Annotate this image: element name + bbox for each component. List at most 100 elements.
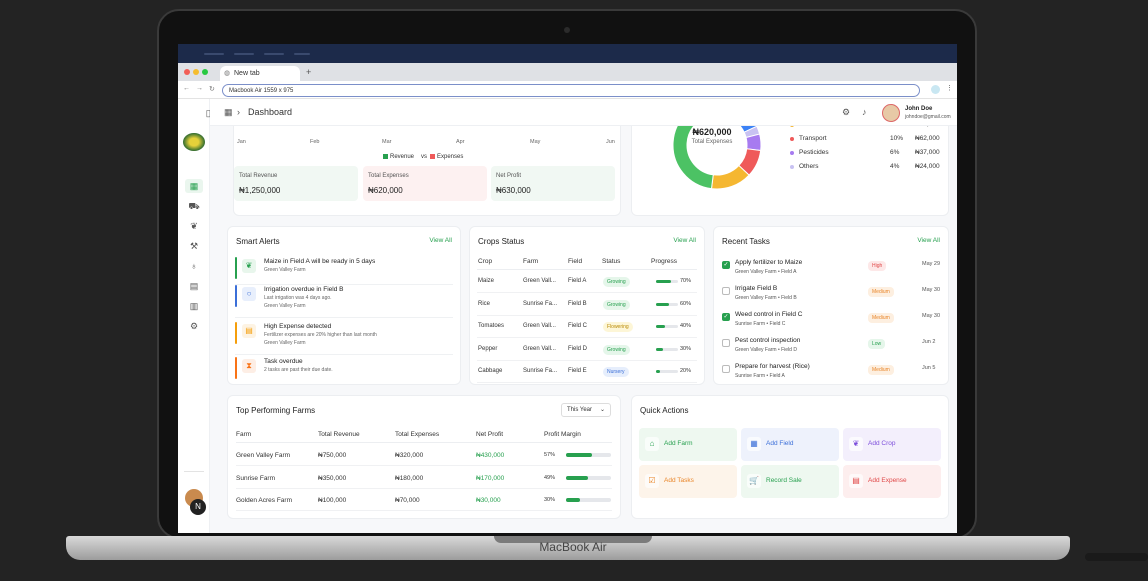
crop-farm: Green Vall... xyxy=(523,345,556,352)
period-select[interactable]: This Year ⌄ xyxy=(561,403,611,417)
user-avatar[interactable] xyxy=(882,104,900,122)
crop-row[interactable]: Pepper Green Vall... Field D Growing 30% xyxy=(477,339,697,361)
browser-menu-icon[interactable]: ⋮ xyxy=(946,84,953,92)
screen: ◍ New tab + ← → ↻ Macbook Air 1559 x 975… xyxy=(178,44,957,533)
crop-row[interactable]: Maize Green Vall... Field A Growing 70% xyxy=(477,271,697,293)
task-item[interactable]: ✓ Weed control in Field C Sunrise Farm • F… xyxy=(722,309,944,335)
record-sale-button[interactable]: 🛒 Record Sale xyxy=(741,465,839,498)
alert-accent xyxy=(235,322,237,344)
legend-name: Others xyxy=(799,163,819,170)
add-field-button[interactable]: ▦ Add Field xyxy=(741,428,839,461)
month-label: Jun xyxy=(606,139,615,145)
add-crop-button[interactable]: ❦ Add Crop xyxy=(843,428,941,461)
reload-icon[interactable]: ↻ xyxy=(209,85,215,93)
task-title: Apply fertilizer to Maize xyxy=(735,259,803,266)
sidebar-divider xyxy=(184,471,204,472)
legend-pct: 10% xyxy=(890,135,904,142)
forward-icon[interactable]: → xyxy=(196,85,203,92)
add-expense-button[interactable]: ▤ Add Expense xyxy=(843,465,941,498)
column-header: Farm xyxy=(523,258,539,265)
fertilizer-icon[interactable]: ♁ xyxy=(185,259,203,273)
task-title: Pest control inspection xyxy=(735,337,801,344)
status-badge: Growing xyxy=(603,299,630,310)
bell-icon[interactable]: ♪ xyxy=(862,107,867,117)
task-item[interactable]: Pest control inspection Green Valley Farm… xyxy=(722,335,944,361)
alert-title: Irrigation overdue in Field B xyxy=(264,286,344,293)
address-bar[interactable]: Macbook Air 1559 x 975 xyxy=(222,84,920,97)
view-all-link[interactable]: View All xyxy=(429,237,452,244)
progress-percent: 20% xyxy=(680,368,692,374)
gear-icon[interactable]: ⚙ xyxy=(842,107,850,118)
add-farm-button[interactable]: ⌂ Add Farm xyxy=(639,428,737,461)
add-tasks-button[interactable]: ☑ Add Tasks xyxy=(639,465,737,498)
new-tab-icon[interactable]: + xyxy=(306,67,311,77)
task-checkbox[interactable] xyxy=(722,365,730,373)
farm-row[interactable]: Golden Acres Farm ₦100,000 ₦70,000 ₦30,000 3… xyxy=(236,489,612,511)
grid-icon[interactable]: ▦ xyxy=(224,107,233,118)
task-checkbox[interactable] xyxy=(722,339,730,347)
alert-detail: Green Valley Farm xyxy=(264,303,306,309)
farm-margin: 49% xyxy=(544,474,556,481)
task-checkbox[interactable] xyxy=(722,287,730,295)
close-window-icon[interactable] xyxy=(184,69,190,75)
maximize-window-icon[interactable] xyxy=(202,69,208,75)
view-all-link[interactable]: View All xyxy=(917,237,940,244)
dashboard-icon[interactable]: ▦ xyxy=(185,179,203,193)
inventory-icon[interactable]: ▤ xyxy=(185,279,203,293)
legend-revenue: Revenue xyxy=(383,154,414,160)
sidebar: ◫ ▦ ⛟ ❦ ⚒ ♁ ▤ ▥ ⚙ N xyxy=(178,99,214,533)
browser-tab[interactable]: ◍ New tab xyxy=(220,66,300,81)
notification-avatar-icon[interactable]: N xyxy=(190,499,206,515)
progress-bar xyxy=(656,370,678,373)
alert-item[interactable]: ❦ Maize in Field A will be ready in 5 da… xyxy=(235,255,453,285)
farm-icon[interactable]: ⛟ xyxy=(185,199,203,213)
farm-row[interactable]: Sunrise Farm ₦350,000 ₦180,000 ₦170,000 49% xyxy=(236,467,612,489)
smart-alerts-card: Smart Alerts View All ❦ Maize in Field A… xyxy=(227,226,461,385)
settings-icon[interactable]: ⚙ xyxy=(185,319,203,333)
task-item[interactable]: Prepare for harvest (Rice) Sunrise Farm •… xyxy=(722,361,944,387)
task-checkbox[interactable]: ✓ xyxy=(722,261,730,269)
crop-icon[interactable]: ❦ xyxy=(185,219,203,233)
reports-icon[interactable]: ▥ xyxy=(185,299,203,313)
month-label: Mar xyxy=(382,139,392,145)
farm-row[interactable]: Green Valley Farm ₦750,000 ₦320,000 ₦430,00… xyxy=(236,444,612,466)
task-meta: Green Valley Farm • Field A xyxy=(735,269,797,275)
alert-item[interactable]: ▤ High Expense detected Fertilizer expen… xyxy=(235,320,453,355)
progress-percent: 30% xyxy=(680,345,692,352)
month-label: Feb xyxy=(310,139,320,145)
priority-badge: Medium xyxy=(868,313,894,323)
alert-item[interactable]: ○ Irrigation overdue in Field B Last irr… xyxy=(235,283,453,318)
task-checkbox[interactable]: ✓ xyxy=(722,313,730,321)
water-drop-icon: ○ xyxy=(242,287,256,301)
farm-revenue: ₦350,000 xyxy=(318,474,347,482)
alert-title: High Expense detected xyxy=(264,323,332,330)
task-item[interactable]: ✓ Apply fertilizer to Maize Green Valley F… xyxy=(722,257,944,283)
minimize-window-icon[interactable] xyxy=(193,69,199,75)
task-date: Jun 5 xyxy=(922,365,936,371)
profile-icon[interactable] xyxy=(931,85,940,94)
sprout-icon: ❦ xyxy=(242,259,256,273)
browser-tabstrip: ◍ New tab + xyxy=(178,63,957,81)
legend-row: Others 4% ₦24,000 xyxy=(790,163,950,173)
back-icon[interactable]: ← xyxy=(183,85,190,92)
task-date: Jun 2 xyxy=(922,339,936,345)
crop-row[interactable]: Tomatoes Green Vall... Field C Flowering 40% xyxy=(477,316,697,338)
crop-farm: Green Vall... xyxy=(523,323,556,329)
month-label: Apr xyxy=(456,139,465,145)
receipt-icon: ▤ xyxy=(242,324,256,338)
donut-slice xyxy=(745,133,762,152)
alert-item[interactable]: ⧗ Task overdue 2 tasks are past their du… xyxy=(235,355,453,385)
webcam xyxy=(564,27,570,33)
card-title: Crops Status xyxy=(478,237,525,246)
farm-revenue: ₦100,000 xyxy=(318,497,347,504)
month-label: May xyxy=(530,139,541,145)
legend-pct: 4% xyxy=(890,163,900,170)
column-header: Status xyxy=(602,258,621,265)
crop-row[interactable]: Rice Sunrise Fa... Field B Growing 60% xyxy=(477,294,697,316)
tools-icon[interactable]: ⚒ xyxy=(185,239,203,253)
crop-row[interactable]: Cabbage Sunrise Fa... Field E Nursery 20% xyxy=(477,361,697,383)
crop-icon: ❦ xyxy=(849,437,863,451)
task-item[interactable]: Irrigate Field B Green Valley Farm • Fiel… xyxy=(722,283,944,309)
view-all-link[interactable]: View All xyxy=(673,237,696,244)
status-badge: Flowering xyxy=(603,322,633,332)
